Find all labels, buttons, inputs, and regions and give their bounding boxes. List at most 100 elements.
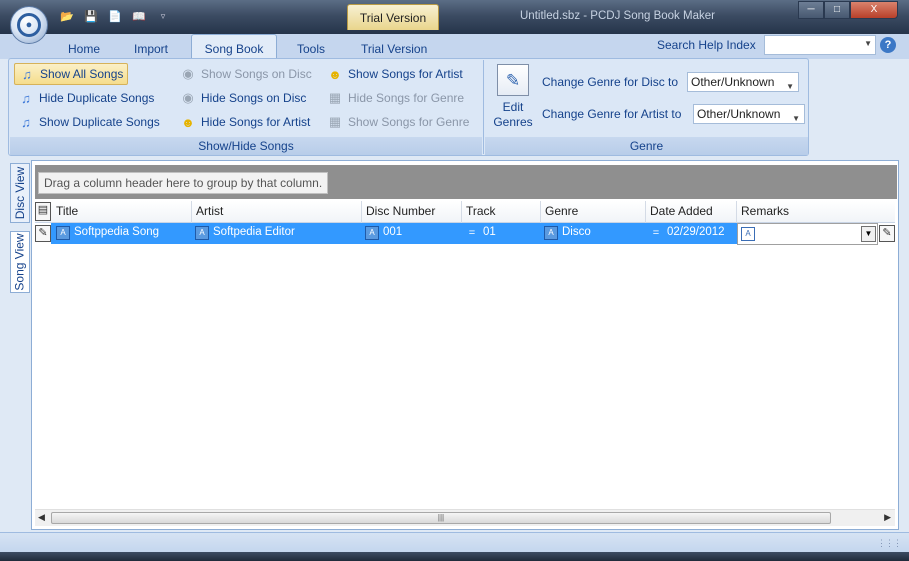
tab-trial-version[interactable]: Trial Version [361, 37, 427, 59]
show-all-songs-button[interactable]: ♫ Show All Songs [14, 63, 129, 85]
tab-disc-view[interactable]: Disc View [10, 163, 30, 223]
tab-song-view[interactable]: Song View [10, 231, 30, 293]
hide-songs-for-artist-label: Hide Songs for Artist [201, 115, 311, 129]
smiley-icon: ☻ [328, 66, 342, 82]
cell-disc-number[interactable]: A 001 [362, 224, 462, 244]
grid-icon: ▦ [328, 90, 342, 105]
window-bottom-frame [0, 552, 909, 561]
chevron-down-icon[interactable]: ▼ [792, 110, 800, 128]
show-songs-for-genre-label: Show Songs for Genre [348, 115, 470, 129]
customize-dropdown-icon[interactable]: ▿ [154, 8, 172, 24]
music-note-icon: ♫ [22, 66, 32, 82]
cell-title-value: Softppedia Song [74, 226, 160, 238]
text-field-icon: A [195, 226, 209, 240]
open-folder-icon[interactable]: 📂 [58, 8, 76, 24]
equals-icon: = [652, 227, 660, 239]
scroll-left-icon[interactable]: ◀ [38, 512, 45, 523]
scroll-right-icon[interactable]: ▶ [884, 512, 891, 523]
disc-view-label: Disc View [13, 166, 27, 220]
text-field-icon: A [741, 227, 755, 241]
row-edit-icon[interactable]: ✎ [879, 225, 895, 242]
cell-title[interactable]: A Softppedia Song [53, 224, 192, 244]
hide-songs-for-artist-button[interactable]: ☻ Hide Songs for Artist [176, 111, 314, 133]
disc-icon: ◉ [182, 90, 194, 105]
edit-genres-label-line1: Edit [502, 100, 524, 114]
show-songs-for-artist-label: Show Songs for Artist [348, 67, 463, 81]
cell-track-value: 01 [483, 226, 496, 238]
status-bar [0, 532, 909, 552]
cell-artist-value: Softpedia Editor [213, 226, 295, 238]
book-icon[interactable]: 📖 [130, 8, 148, 24]
music-note-icon: ♫ [21, 114, 31, 130]
hide-songs-on-disc-button[interactable]: ◉ Hide Songs on Disc [176, 87, 310, 109]
minimize-button[interactable]: ─ [798, 1, 824, 19]
search-help-label: Search Help Index [657, 38, 756, 52]
quick-access-toolbar: 📂 💾 📄 📖 ▿ [58, 8, 172, 24]
column-header-artist[interactable]: Artist [192, 201, 362, 223]
text-field-icon: A [544, 226, 558, 240]
hide-duplicate-songs-label: Hide Duplicate Songs [39, 91, 155, 105]
genre-artist-value: Other/Unknown [697, 107, 781, 121]
disc-icon: ◉ [182, 66, 194, 81]
show-all-songs-label: Show All Songs [40, 67, 124, 81]
tab-import[interactable]: Import [134, 37, 168, 59]
change-genre-disc-label: Change Genre for Disc to [542, 75, 679, 89]
show-songs-for-genre-button[interactable]: ▦ Show Songs for Genre [323, 111, 473, 133]
chevron-down-icon[interactable]: ▼ [864, 39, 872, 48]
cell-genre[interactable]: A Disco [541, 224, 646, 244]
resize-grip-icon[interactable]: ⋮⋮⋮ [877, 538, 902, 549]
change-genre-artist-label: Change Genre for Artist to [542, 107, 682, 121]
genre-group-label: Genre [485, 137, 808, 155]
new-document-icon[interactable]: 📄 [106, 8, 124, 24]
tab-home[interactable]: Home [68, 37, 100, 59]
search-help-input[interactable]: ▼ [764, 35, 876, 55]
app-logo-icon: ● [17, 13, 41, 37]
cell-track[interactable]: = 01 [462, 224, 541, 244]
grid-icon: ▦ [328, 114, 342, 129]
column-header-remarks[interactable]: Remarks [737, 201, 895, 223]
help-icon[interactable]: ? [880, 37, 896, 53]
close-button[interactable]: X [850, 1, 898, 19]
smiley-icon: ☻ [181, 114, 195, 130]
chevron-down-icon[interactable]: ▼ [861, 226, 876, 242]
horizontal-scrollbar[interactable]: ◀ ||| ▶ [35, 509, 895, 526]
window-controls: ─ □ X [798, 1, 898, 19]
genre-disc-value: Other/Unknown [691, 75, 775, 89]
cell-artist[interactable]: A Softpedia Editor [192, 224, 362, 244]
tab-song-book[interactable]: Song Book [191, 34, 277, 59]
column-header-title[interactable]: Title [52, 201, 192, 223]
save-icon[interactable]: 💾 [82, 8, 100, 24]
hide-duplicate-songs-button[interactable]: ♫ Hide Duplicate Songs [14, 87, 158, 109]
cell-remarks-editor[interactable]: A ▼ [737, 223, 878, 245]
chevron-down-icon[interactable]: ▼ [786, 78, 794, 96]
column-header-genre[interactable]: Genre [541, 201, 646, 223]
edit-genres-button[interactable]: ✎ Edit Genres [491, 64, 535, 130]
cell-date-added-value: 02/29/2012 [667, 226, 725, 238]
show-songs-on-disc-button[interactable]: ◉ Show Songs on Disc [176, 63, 316, 85]
text-field-icon: A [56, 226, 70, 240]
column-chooser-icon[interactable]: ▤ [35, 202, 51, 221]
application-menu-button[interactable]: ● [10, 6, 48, 44]
show-duplicate-songs-label: Show Duplicate Songs [39, 115, 160, 129]
cell-genre-value: Disco [562, 226, 591, 238]
maximize-button[interactable]: □ [824, 1, 850, 19]
music-note-icon: ♫ [21, 90, 31, 106]
column-header-date-added[interactable]: Date Added [646, 201, 737, 223]
cell-disc-number-value: 001 [383, 226, 403, 238]
show-duplicate-songs-button[interactable]: ♫ Show Duplicate Songs [14, 111, 164, 133]
show-songs-for-artist-button[interactable]: ☻ Show Songs for Artist [323, 63, 467, 85]
hide-songs-for-genre-button[interactable]: ▦ Hide Songs for Genre [323, 87, 468, 109]
hide-songs-for-genre-label: Hide Songs for Genre [348, 91, 465, 105]
scrollbar-thumb[interactable]: ||| [51, 512, 831, 524]
column-header-disc-number[interactable]: Disc Number [362, 201, 462, 223]
window-title: Untitled.sbz - PCDJ Song Book Maker [520, 10, 715, 22]
tab-tools[interactable]: Tools [297, 37, 325, 59]
column-header-track[interactable]: Track [462, 201, 541, 223]
edit-genres-label-line2: Genres [493, 115, 533, 129]
song-view-label: Song View [13, 233, 27, 291]
genre-disc-select[interactable]: Other/Unknown ▼ [687, 72, 799, 92]
edit-list-icon: ✎ [497, 64, 529, 96]
row-edit-icon[interactable]: ✎ [35, 225, 51, 242]
genre-artist-select[interactable]: Other/Unknown ▼ [693, 104, 805, 124]
cell-date-added[interactable]: = 02/29/2012 [646, 224, 737, 244]
